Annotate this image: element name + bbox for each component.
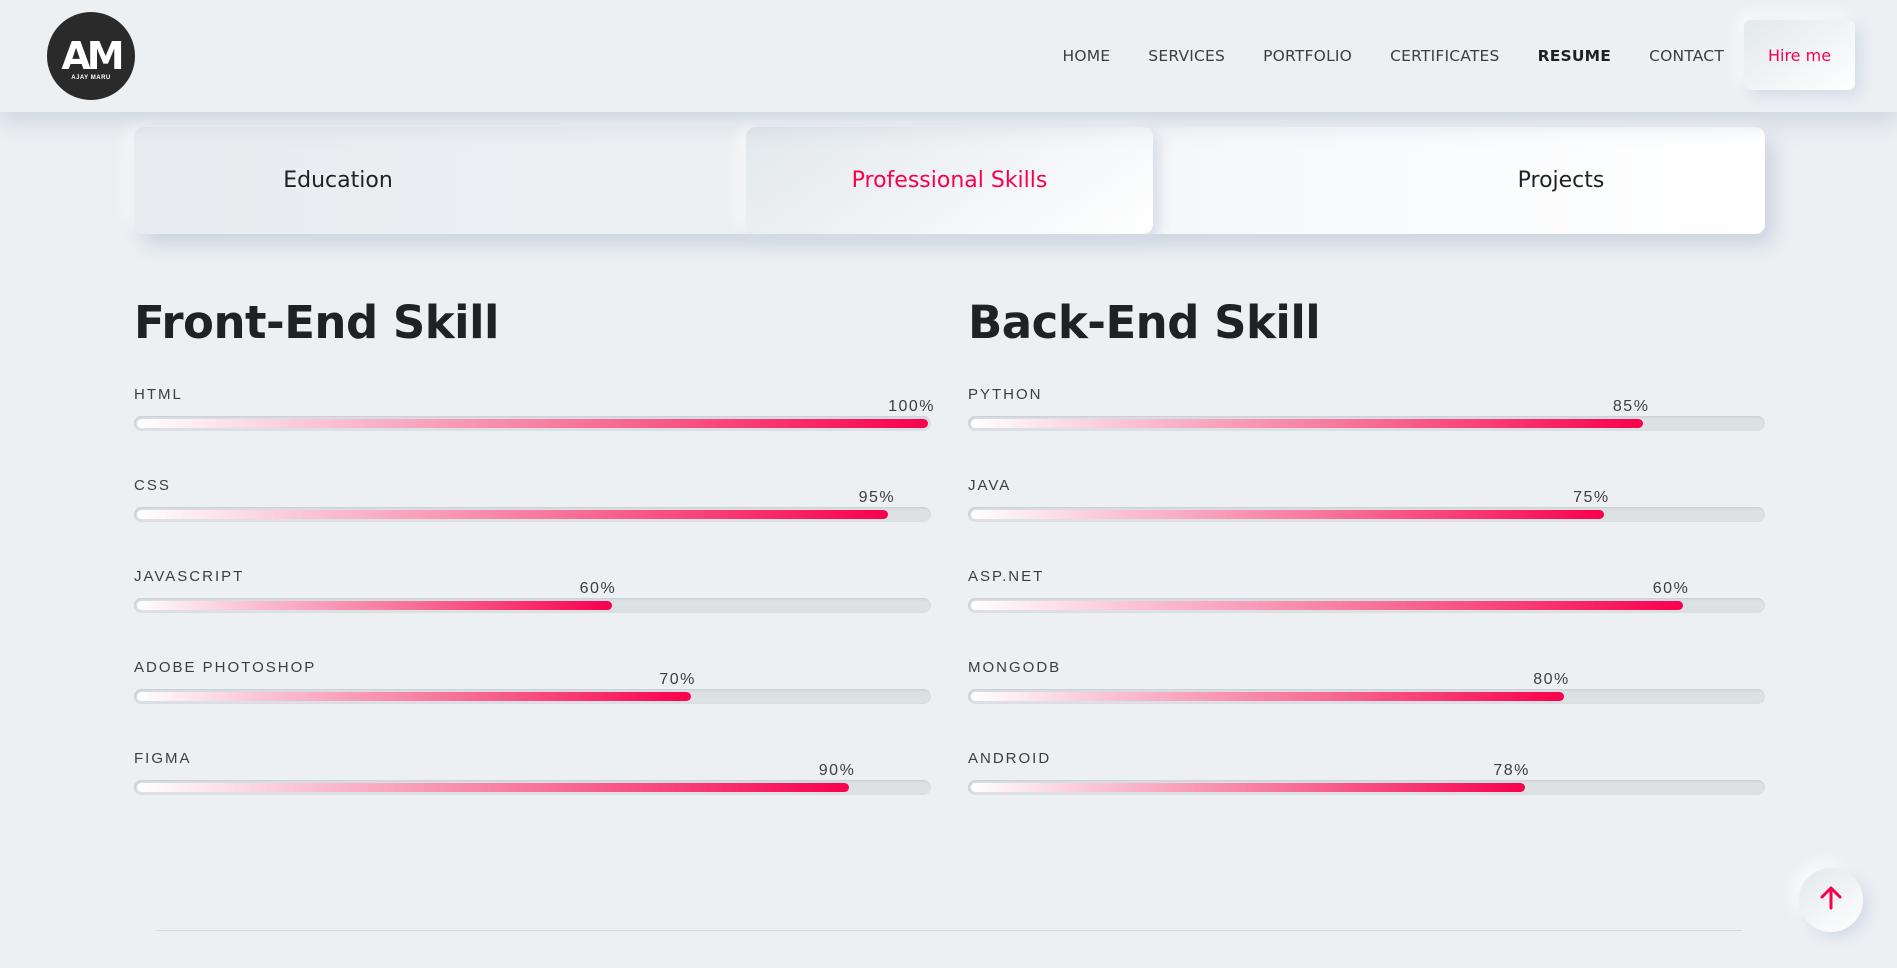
logo-subtitle: AJAY MARU: [71, 74, 111, 81]
nav-certificates[interactable]: CERTIFICATES: [1390, 47, 1500, 65]
scroll-to-top-button[interactable]: [1799, 868, 1863, 932]
skill-percent: 80%: [1533, 671, 1570, 688]
front-end-skills: Front-End Skill HTML 100% CSS 95% JAVASCRIPT…: [134, 296, 934, 795]
nav-contact[interactable]: CONTACT: [1649, 47, 1724, 65]
skill-percent: 60%: [1652, 580, 1690, 597]
hire-me-button[interactable]: Hire me: [1744, 20, 1855, 90]
footer-divider: [156, 930, 1742, 931]
skill-percent: 90%: [818, 762, 856, 779]
skill-row: MONGODB 80%: [968, 659, 1765, 719]
progress-track: [968, 507, 1765, 522]
skill-percent: 60%: [579, 580, 617, 597]
tab-projects[interactable]: Projects: [1357, 127, 1765, 234]
back-end-skills: Back-End Skill PYTHON 85% JAVA 75% ASP.NET 60…: [968, 296, 1765, 795]
skill-name: CSS: [134, 477, 171, 494]
progress-track: [134, 689, 931, 704]
skill-percent: 75%: [1573, 489, 1610, 506]
nav-services[interactable]: SERVICES: [1148, 47, 1225, 65]
progress-fill: [971, 692, 1565, 701]
skill-percent: 78%: [1493, 762, 1530, 779]
progress-track: [968, 780, 1765, 795]
nav-home[interactable]: HOME: [1062, 47, 1110, 65]
progress-track: [134, 780, 931, 795]
skill-percent: 85%: [1612, 398, 1650, 415]
progress-fill: [971, 419, 1644, 428]
skill-name: FIGMA: [134, 750, 192, 767]
progress-fill: [971, 783, 1525, 792]
progress-track: [968, 689, 1765, 704]
progress-fill: [137, 783, 849, 792]
progress-fill: [137, 601, 612, 610]
progress-track: [134, 598, 931, 613]
main-nav: HOME SERVICES PORTFOLIO CERTIFICATES RES…: [1062, 0, 1724, 112]
skill-row: ANDROID 78%: [968, 750, 1765, 810]
tab-professional-skills[interactable]: Professional Skills: [746, 127, 1153, 234]
progress-track: [968, 416, 1765, 431]
skill-row: FIGMA 90%: [134, 750, 931, 810]
logo-mark: AM: [61, 33, 124, 78]
skill-row: ASP.NET 60%: [968, 568, 1765, 628]
skill-row: JAVA 75%: [968, 477, 1765, 537]
nav-portfolio[interactable]: PORTFOLIO: [1263, 47, 1352, 65]
skill-name: ADOBE PHOTOSHOP: [134, 659, 317, 676]
skill-row: JAVASCRIPT 60%: [134, 568, 931, 628]
progress-fill: [137, 419, 928, 428]
skill-name: JAVA: [968, 477, 1012, 494]
logo[interactable]: AM AJAY MARU: [47, 12, 135, 100]
back-end-title: Back-End Skill: [968, 296, 1321, 349]
skill-name: ASP.NET: [968, 568, 1045, 585]
skill-row: HTML 100%: [134, 386, 934, 446]
skill-name: HTML: [134, 386, 183, 403]
skill-name: JAVASCRIPT: [134, 568, 245, 585]
tab-education[interactable]: Education: [134, 127, 542, 234]
progress-track: [134, 416, 931, 431]
progress-fill: [137, 510, 889, 519]
progress-fill: [971, 510, 1604, 519]
skill-name: PYTHON: [968, 386, 1043, 403]
skill-name: ANDROID: [968, 750, 1052, 767]
progress-track: [134, 507, 931, 522]
resume-tabs: Education Professional Skills Projects: [134, 127, 1765, 234]
front-end-title: Front-End Skill: [134, 296, 499, 349]
skill-percent: 70%: [659, 671, 696, 688]
skill-name: MONGODB: [968, 659, 1062, 676]
progress-fill: [137, 692, 691, 701]
progress-fill: [971, 601, 1683, 610]
arrow-up-icon: [1817, 884, 1845, 917]
skill-row: ADOBE PHOTOSHOP 70%: [134, 659, 931, 719]
progress-track: [968, 598, 1765, 613]
site-header: AM AJAY MARU HOME SERVICES PORTFOLIO CER…: [0, 0, 1897, 112]
skill-percent: 100%: [888, 398, 935, 415]
skill-row: PYTHON 85%: [968, 386, 1765, 446]
skill-percent: 95%: [858, 489, 896, 506]
nav-resume[interactable]: RESUME: [1538, 47, 1612, 65]
skill-row: CSS 95%: [134, 477, 931, 537]
